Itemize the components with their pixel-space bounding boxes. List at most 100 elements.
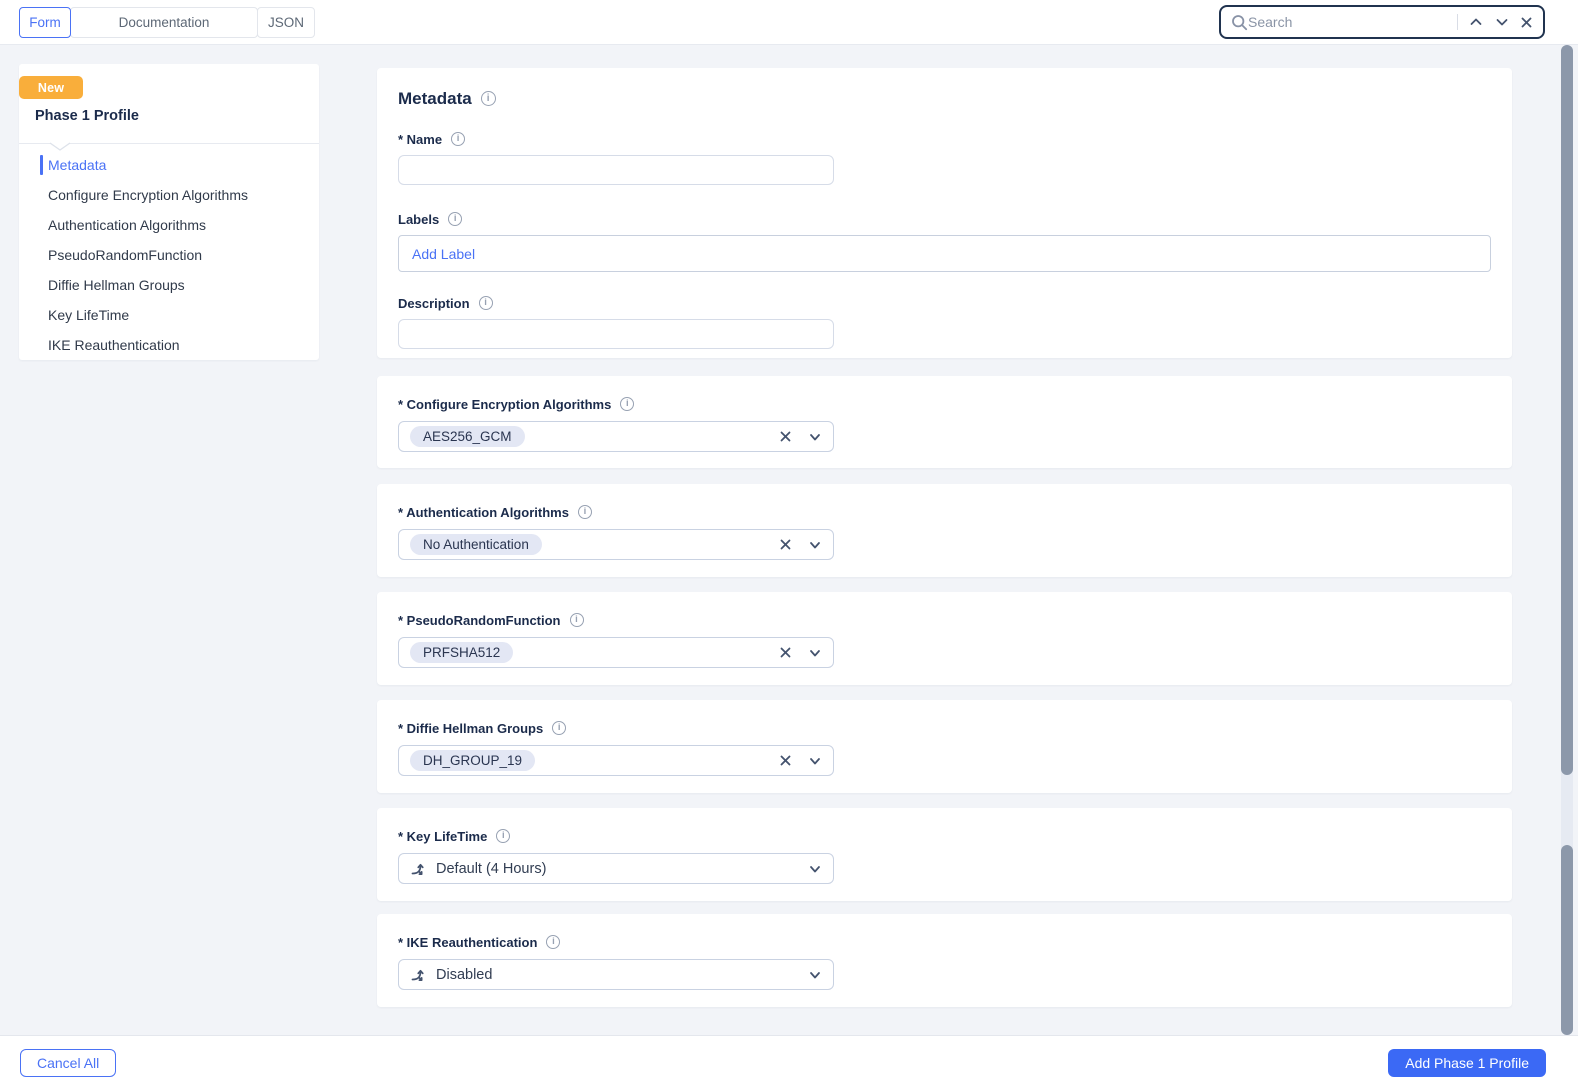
authentication-algorithms-card: * Authentication Algorithms i No Authent… [377, 484, 1512, 577]
info-icon[interactable]: i [552, 720, 567, 735]
search-close-button[interactable] [1520, 16, 1533, 29]
name-label: * Name [398, 132, 443, 147]
metadata-heading-row: Metadata i [398, 89, 1491, 109]
sidebar-item-configure-encryption-algorithms[interactable]: Configure Encryption Algorithms [19, 180, 319, 210]
chevron-up-icon [1470, 18, 1482, 25]
sidebar-item-pseudorandomfunction[interactable]: PseudoRandomFunction [19, 240, 319, 270]
labels-label-row: Labels i [398, 211, 1491, 227]
field-label-row: * Key LifeTime i [398, 828, 1491, 844]
info-icon[interactable]: i [577, 504, 592, 519]
search-box [1219, 5, 1545, 39]
diffie-hellman-groups-select[interactable]: DH_GROUP_19 [398, 745, 834, 776]
chevron-down-icon [1496, 19, 1508, 26]
pseudorandomfunction-card: * PseudoRandomFunction i PRFSHA512 [377, 592, 1512, 685]
sidebar-item-label: Key LifeTime [48, 307, 130, 323]
description-label: Description [398, 296, 470, 311]
diffie-hellman-groups-card: * Diffie Hellman Groups i DH_GROUP_19 [377, 700, 1512, 793]
info-icon[interactable]: i [569, 612, 584, 627]
clear-selection-icon[interactable] [779, 538, 792, 551]
metadata-card: Metadata i * Name i Labels i Add Label D… [377, 68, 1512, 358]
footer-bar: Cancel All Add Phase 1 Profile [0, 1035, 1578, 1089]
close-icon [1521, 17, 1532, 27]
description-field[interactable] [398, 319, 834, 349]
authentication-algorithms-select[interactable]: No Authentication [398, 529, 834, 560]
selected-chip: AES256_GCM [410, 425, 525, 448]
add-phase-1-profile-button[interactable]: Add Phase 1 Profile [1388, 1049, 1546, 1077]
sidebar-item-label: Configure Encryption Algorithms [48, 187, 248, 203]
selected-chip: DH_GROUP_19 [410, 749, 536, 772]
tab-json[interactable]: JSON [257, 7, 315, 38]
sidebar-item-diffie-hellman-groups[interactable]: Diffie Hellman Groups [19, 270, 319, 300]
tab-documentation[interactable]: Documentation [70, 7, 258, 38]
profile-title: Phase 1 Profile [35, 108, 139, 124]
sidebar-item-metadata[interactable]: Metadata [19, 150, 319, 180]
name-field[interactable] [398, 155, 834, 185]
field-label-row: * Configure Encryption Algorithms i [398, 396, 1491, 412]
chevron-down-icon[interactable] [808, 862, 822, 876]
diffie-hellman-groups-label: * Diffie Hellman Groups [398, 721, 544, 736]
sidebar-item-key-lifetime[interactable]: Key LifeTime [19, 300, 319, 330]
new-badge: New [19, 76, 83, 99]
info-icon[interactable]: i [496, 828, 511, 843]
chevron-down-icon[interactable] [808, 430, 822, 444]
labels-field[interactable]: Add Label [398, 235, 1491, 272]
chevron-down-icon[interactable] [808, 538, 822, 552]
info-icon[interactable]: i [448, 211, 463, 226]
sidebar-item-label: IKE Reauthentication [48, 337, 180, 353]
labels-label: Labels [398, 212, 440, 227]
search-icon [1232, 14, 1248, 30]
info-icon[interactable]: i [620, 396, 635, 411]
key-lifetime-select[interactable]: Default (4 Hours) [398, 853, 834, 884]
info-icon[interactable]: i [451, 131, 466, 146]
sidebar-item-label: Metadata [48, 157, 107, 173]
chevron-down-icon[interactable] [808, 754, 822, 768]
selected-chip: No Authentication [410, 533, 542, 556]
info-icon[interactable]: i [478, 295, 493, 310]
active-indicator [40, 155, 43, 175]
search-divider [1457, 14, 1458, 30]
section-nav: Metadata Configure Encryption Algorithms… [19, 150, 319, 360]
clear-selection-icon[interactable] [779, 754, 792, 767]
scrollbar-thumb[interactable] [1561, 45, 1573, 775]
chevron-down-icon[interactable] [808, 968, 822, 982]
search-prev-button[interactable] [1468, 14, 1484, 30]
pseudorandomfunction-select[interactable]: PRFSHA512 [398, 637, 834, 668]
add-label-link[interactable]: Add Label [412, 246, 475, 262]
field-label-row: * PseudoRandomFunction i [398, 612, 1491, 628]
authentication-algorithms-label: * Authentication Algorithms [398, 505, 569, 520]
search-next-button[interactable] [1494, 14, 1510, 30]
profile-nav-panel: New Phase 1 Profile Metadata Configure E… [19, 64, 319, 360]
selected-chip: PRFSHA512 [410, 641, 514, 664]
sidebar-item-label: Authentication Algorithms [48, 217, 206, 233]
split-arrow-icon [410, 861, 426, 877]
configure-encryption-algorithms-card: * Configure Encryption Algorithms i AES2… [377, 376, 1512, 468]
sidebar-item-label: Diffie Hellman Groups [48, 277, 185, 293]
cancel-all-button[interactable]: Cancel All [20, 1049, 117, 1077]
metadata-heading: Metadata [398, 89, 472, 108]
key-lifetime-card: * Key LifeTime i Default (4 Hours) [377, 808, 1512, 901]
clear-selection-icon[interactable] [779, 430, 792, 443]
description-label-row: Description i [398, 295, 1491, 311]
ike-reauthentication-card: * IKE Reauthentication i Disabled [377, 914, 1512, 1007]
scrollbar-thumb-secondary[interactable] [1561, 845, 1573, 1035]
view-tabs: Form Documentation JSON [19, 7, 315, 38]
sidebar-item-label: PseudoRandomFunction [48, 247, 203, 263]
field-label-row: * IKE Reauthentication i [398, 934, 1491, 950]
configure-encryption-algorithms-select[interactable]: AES256_GCM [398, 421, 834, 452]
info-icon[interactable]: i [480, 90, 496, 106]
clear-selection-icon[interactable] [779, 646, 792, 659]
configure-encryption-algorithms-label: * Configure Encryption Algorithms [398, 397, 612, 412]
tab-form[interactable]: Form [19, 7, 71, 38]
info-icon[interactable]: i [546, 934, 561, 949]
field-label-row: * Authentication Algorithms i [398, 504, 1491, 520]
ike-reauthentication-select[interactable]: Disabled [398, 959, 834, 990]
search-input[interactable] [1248, 14, 1451, 30]
sidebar-item-ike-reauthentication[interactable]: IKE Reauthentication [19, 330, 319, 360]
chevron-down-icon[interactable] [808, 646, 822, 660]
pseudorandomfunction-label: * PseudoRandomFunction [398, 613, 561, 628]
sidebar-item-authentication-algorithms[interactable]: Authentication Algorithms [19, 210, 319, 240]
key-lifetime-label: * Key LifeTime [398, 829, 488, 844]
split-arrow-icon [410, 967, 426, 983]
name-label-row: * Name i [398, 131, 1491, 147]
ike-reauthentication-value: Disabled [436, 966, 493, 983]
